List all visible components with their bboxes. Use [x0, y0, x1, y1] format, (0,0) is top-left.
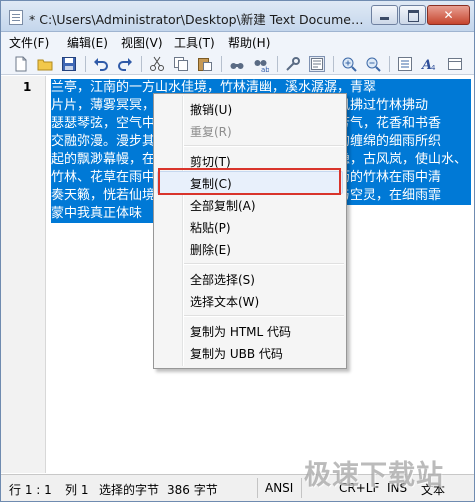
document-icon: [9, 10, 23, 25]
maximize-button[interactable]: [399, 5, 426, 25]
menu-item-redo: 重复(R): [190, 125, 232, 139]
open-folder-icon[interactable]: [37, 56, 53, 72]
menu-item-paste[interactable]: 粘贴(P): [190, 219, 231, 236]
menu-file[interactable]: 文件(F): [9, 34, 49, 51]
new-file-icon[interactable]: [13, 56, 29, 72]
line-gutter: 1: [1, 76, 46, 473]
copy-highlight-box: [158, 168, 341, 195]
menu-view[interactable]: 视图(V): [121, 34, 163, 51]
status-byte-count: 386 字节: [167, 483, 218, 497]
view-mode-icon[interactable]: [447, 56, 463, 72]
menu-separator: [184, 145, 344, 146]
title-bar[interactable]: * C:\Users\Administrator\Desktop\新建 Text…: [1, 1, 474, 32]
menu-item-undo[interactable]: 撤销(U): [190, 101, 232, 118]
zoom-out-icon[interactable]: [365, 56, 381, 72]
svg-text:4: 4: [431, 64, 436, 72]
find-icon[interactable]: [229, 56, 245, 72]
menu-item-copy-all[interactable]: 全部复制(A): [190, 197, 256, 214]
status-column: 列 1: [65, 483, 89, 497]
svg-text:ab: ab: [261, 66, 269, 72]
menu-help[interactable]: 帮助(H): [228, 34, 270, 51]
font-icon[interactable]: A4: [420, 56, 437, 73]
menu-item-copy-html[interactable]: 复制为 HTML 代码: [190, 323, 291, 340]
app-window: * C:\Users\Administrator\Desktop\新建 Text…: [0, 0, 475, 502]
menu-item-copy-ubb[interactable]: 复制为 UBB 代码: [190, 345, 283, 362]
menu-item-delete[interactable]: 删除(E): [190, 241, 231, 258]
menu-separator: [184, 315, 344, 316]
menu-bar: 文件(F) 编辑(E) 视图(V) 工具(T) 帮助(H): [1, 32, 474, 53]
menu-edit[interactable]: 编辑(E): [67, 34, 108, 51]
paste-icon[interactable]: [197, 56, 213, 72]
menu-item-select-all[interactable]: 全部选择(S): [190, 271, 255, 288]
menu-separator: [184, 263, 344, 264]
replace-icon[interactable]: ab: [253, 56, 270, 74]
toolbar: ab A4: [1, 53, 474, 75]
menu-item-select-text[interactable]: 选择文本(W): [190, 293, 259, 310]
status-position: 行 1 : 1: [9, 483, 52, 497]
selected-text-line[interactable]: 蒙中我真正体味: [51, 205, 161, 223]
cut-icon[interactable]: [149, 56, 165, 72]
close-button[interactable]: [427, 5, 470, 25]
status-selected-label: 选择的字节: [99, 483, 160, 497]
view-toggle-icon[interactable]: [309, 56, 325, 72]
watermark-logo: 极速下载站: [304, 460, 444, 491]
redo-icon[interactable]: [117, 56, 133, 72]
copy-icon[interactable]: [173, 56, 189, 72]
list-icon[interactable]: [397, 56, 413, 72]
window-title: * C:\Users\Administrator\Desktop\新建 Text…: [29, 12, 365, 27]
tools-icon[interactable]: [285, 56, 301, 72]
minimize-button[interactable]: [371, 5, 398, 25]
line-number: 1: [23, 80, 32, 94]
save-icon[interactable]: [61, 56, 77, 72]
zoom-in-icon[interactable]: [341, 56, 357, 72]
status-encoding: ANSI: [265, 481, 294, 495]
menu-tools[interactable]: 工具(T): [174, 34, 215, 51]
undo-icon[interactable]: [93, 56, 109, 72]
context-menu: 撤销(U) 重复(R) 剪切(T) 复制(C) 全部复制(A) 粘贴(P) 删除…: [153, 93, 347, 369]
